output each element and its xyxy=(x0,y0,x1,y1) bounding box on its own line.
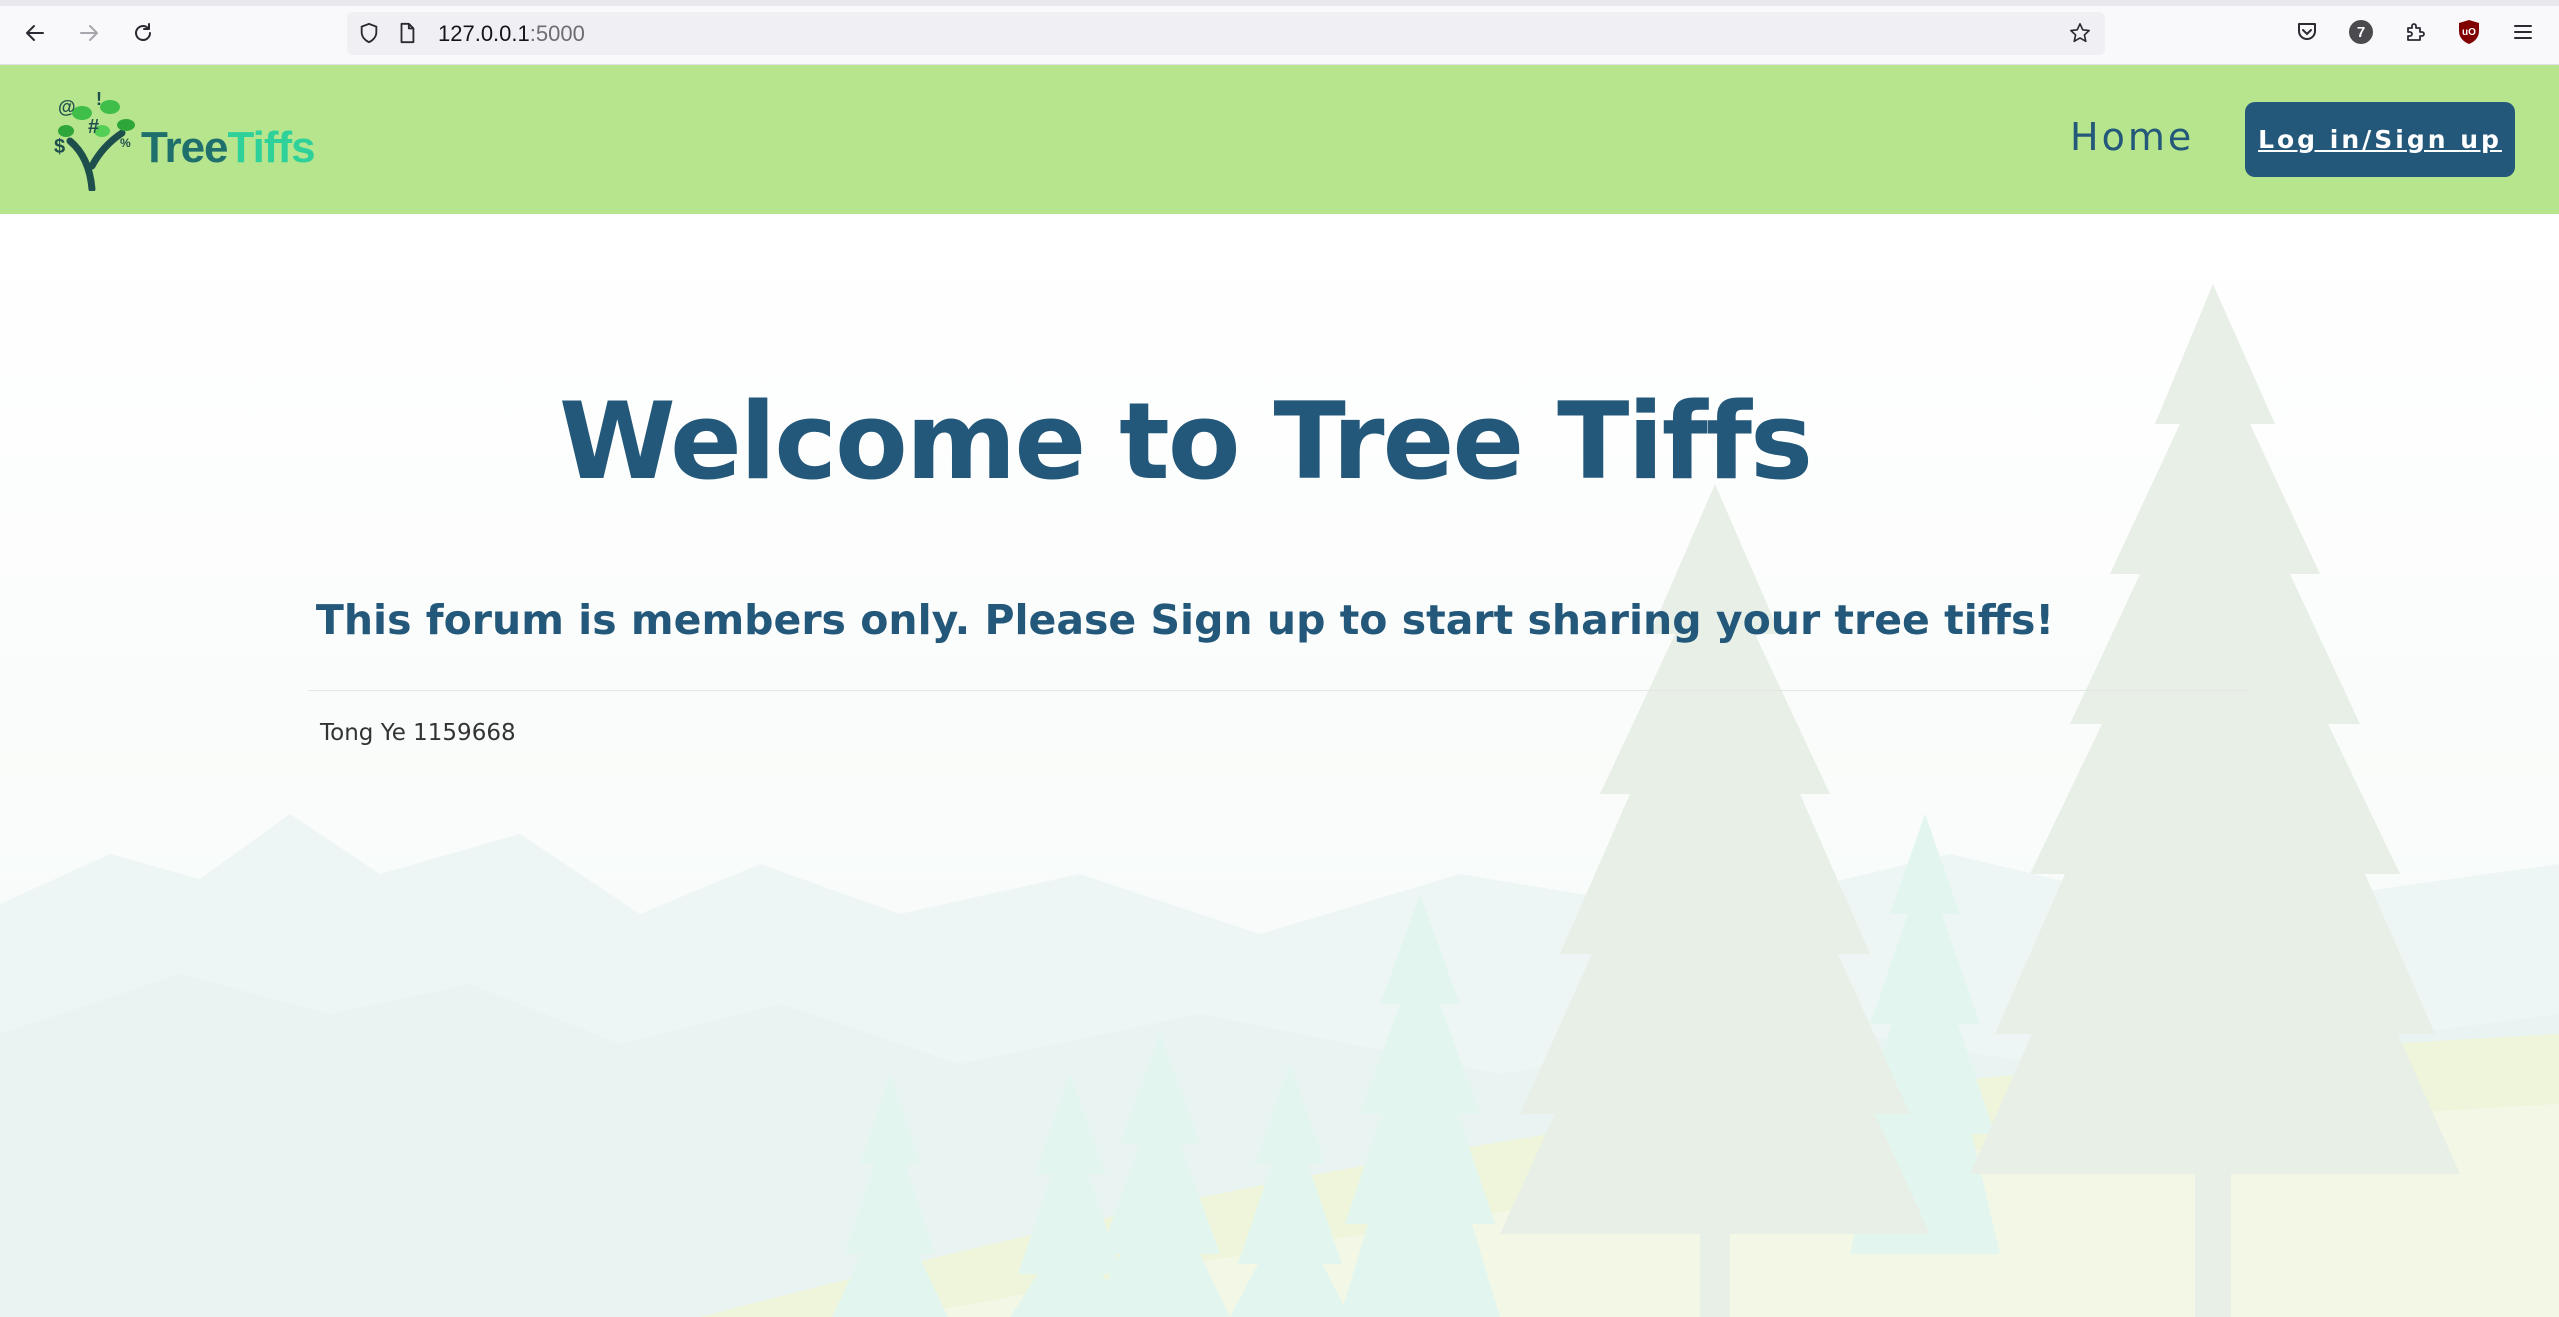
reload-button[interactable] xyxy=(127,17,159,49)
pocket-icon xyxy=(2298,23,2316,40)
page-title: Welcome to Tree Tiffs xyxy=(558,380,1813,503)
address-bar[interactable]: 127.0.0.1:5000 xyxy=(347,12,2105,55)
members-only-message: This forum is members only. Please Sign … xyxy=(315,596,2055,644)
login-signup-label: Log in/Sign up xyxy=(2258,125,2502,154)
logo-glyph-exclaim: ! xyxy=(96,91,102,109)
logo-glyph-hash: # xyxy=(88,116,99,138)
extension-badge-button[interactable]: 7 xyxy=(2347,18,2375,46)
shield-icon[interactable] xyxy=(358,22,380,44)
ublock-label: uO xyxy=(2462,26,2476,38)
login-signup-button[interactable]: Log in/Sign up xyxy=(2245,102,2515,177)
logo-glyph-percent: % xyxy=(120,136,131,150)
url-host: 127.0.0.1 xyxy=(438,21,530,46)
back-arrow-icon xyxy=(26,25,44,41)
back-button[interactable] xyxy=(19,17,51,49)
bookmark-star-icon[interactable] xyxy=(2069,22,2091,44)
browser-toolbar: 127.0.0.1:5000 7 uO xyxy=(0,0,2559,65)
site-header: @ ! # $ % TreeTiffs Home Log in/Sign up xyxy=(0,65,2559,214)
forward-arrow-icon xyxy=(80,25,98,41)
app-menu-button[interactable] xyxy=(2509,18,2537,46)
forward-button[interactable] xyxy=(73,17,105,49)
pocket-button[interactable] xyxy=(2293,18,2321,46)
tree-logo-icon: @ ! # $ % xyxy=(54,91,135,191)
logo-glyph-dollar: $ xyxy=(54,136,65,158)
url-port: :5000 xyxy=(529,21,585,46)
logo-glyph-at: @ xyxy=(58,97,76,117)
url-text[interactable]: 127.0.0.1:5000 xyxy=(438,21,585,47)
logo-wordmark: TreeTiffs xyxy=(141,123,316,173)
extensions-button[interactable] xyxy=(2401,18,2429,46)
puzzle-icon xyxy=(2407,23,2425,41)
tab-strip xyxy=(0,0,2559,6)
page-icon xyxy=(400,22,415,44)
hamburger-menu-icon xyxy=(2514,25,2532,39)
tree-tiffs-logo[interactable]: @ ! # $ % TreeTiffs xyxy=(52,91,352,191)
content-divider xyxy=(308,690,2248,691)
logo-word-tiffs: Tiffs xyxy=(227,123,316,172)
extension-badge-count: 7 xyxy=(2356,23,2366,41)
author-credit: Tong Ye 1159668 xyxy=(320,720,516,746)
nav-home-link[interactable]: Home xyxy=(2070,115,2194,159)
reload-icon xyxy=(135,23,151,41)
logo-word-tree: Tree xyxy=(141,123,229,172)
ublock-button[interactable]: uO xyxy=(2455,18,2483,46)
